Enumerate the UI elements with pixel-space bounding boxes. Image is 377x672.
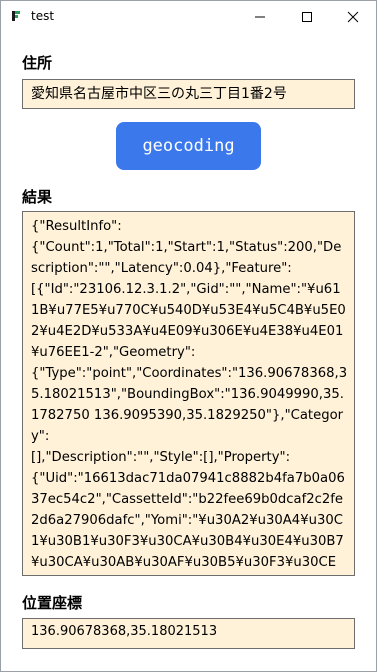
close-icon	[347, 11, 359, 22]
maximize-button[interactable]	[284, 1, 330, 32]
window-title: test	[31, 9, 55, 23]
maximize-icon	[302, 11, 312, 22]
address-field[interactable]: 愛知県名古屋市中区三の丸三丁目1番2号	[22, 79, 355, 109]
coordinates-label: 位置座標	[22, 594, 83, 612]
coordinates-field[interactable]: 136.90678368,35.18021513	[22, 618, 355, 649]
app-icon	[12, 11, 20, 21]
result-textarea[interactable]: {"ResultInfo": {"Count":1,"Total":1,"Sta…	[22, 211, 355, 576]
close-button[interactable]	[330, 1, 376, 32]
app-window: test 住所 愛知県名古屋市中区三の丸三丁目1番2号 geocoding 結果…	[0, 0, 377, 672]
title-bar[interactable]: test	[1, 1, 376, 32]
address-label: 住所	[22, 54, 53, 72]
minimize-icon	[255, 16, 265, 17]
minimize-button[interactable]	[237, 1, 283, 32]
geocoding-button[interactable]: geocoding	[116, 122, 261, 170]
result-label: 結果	[22, 188, 53, 206]
